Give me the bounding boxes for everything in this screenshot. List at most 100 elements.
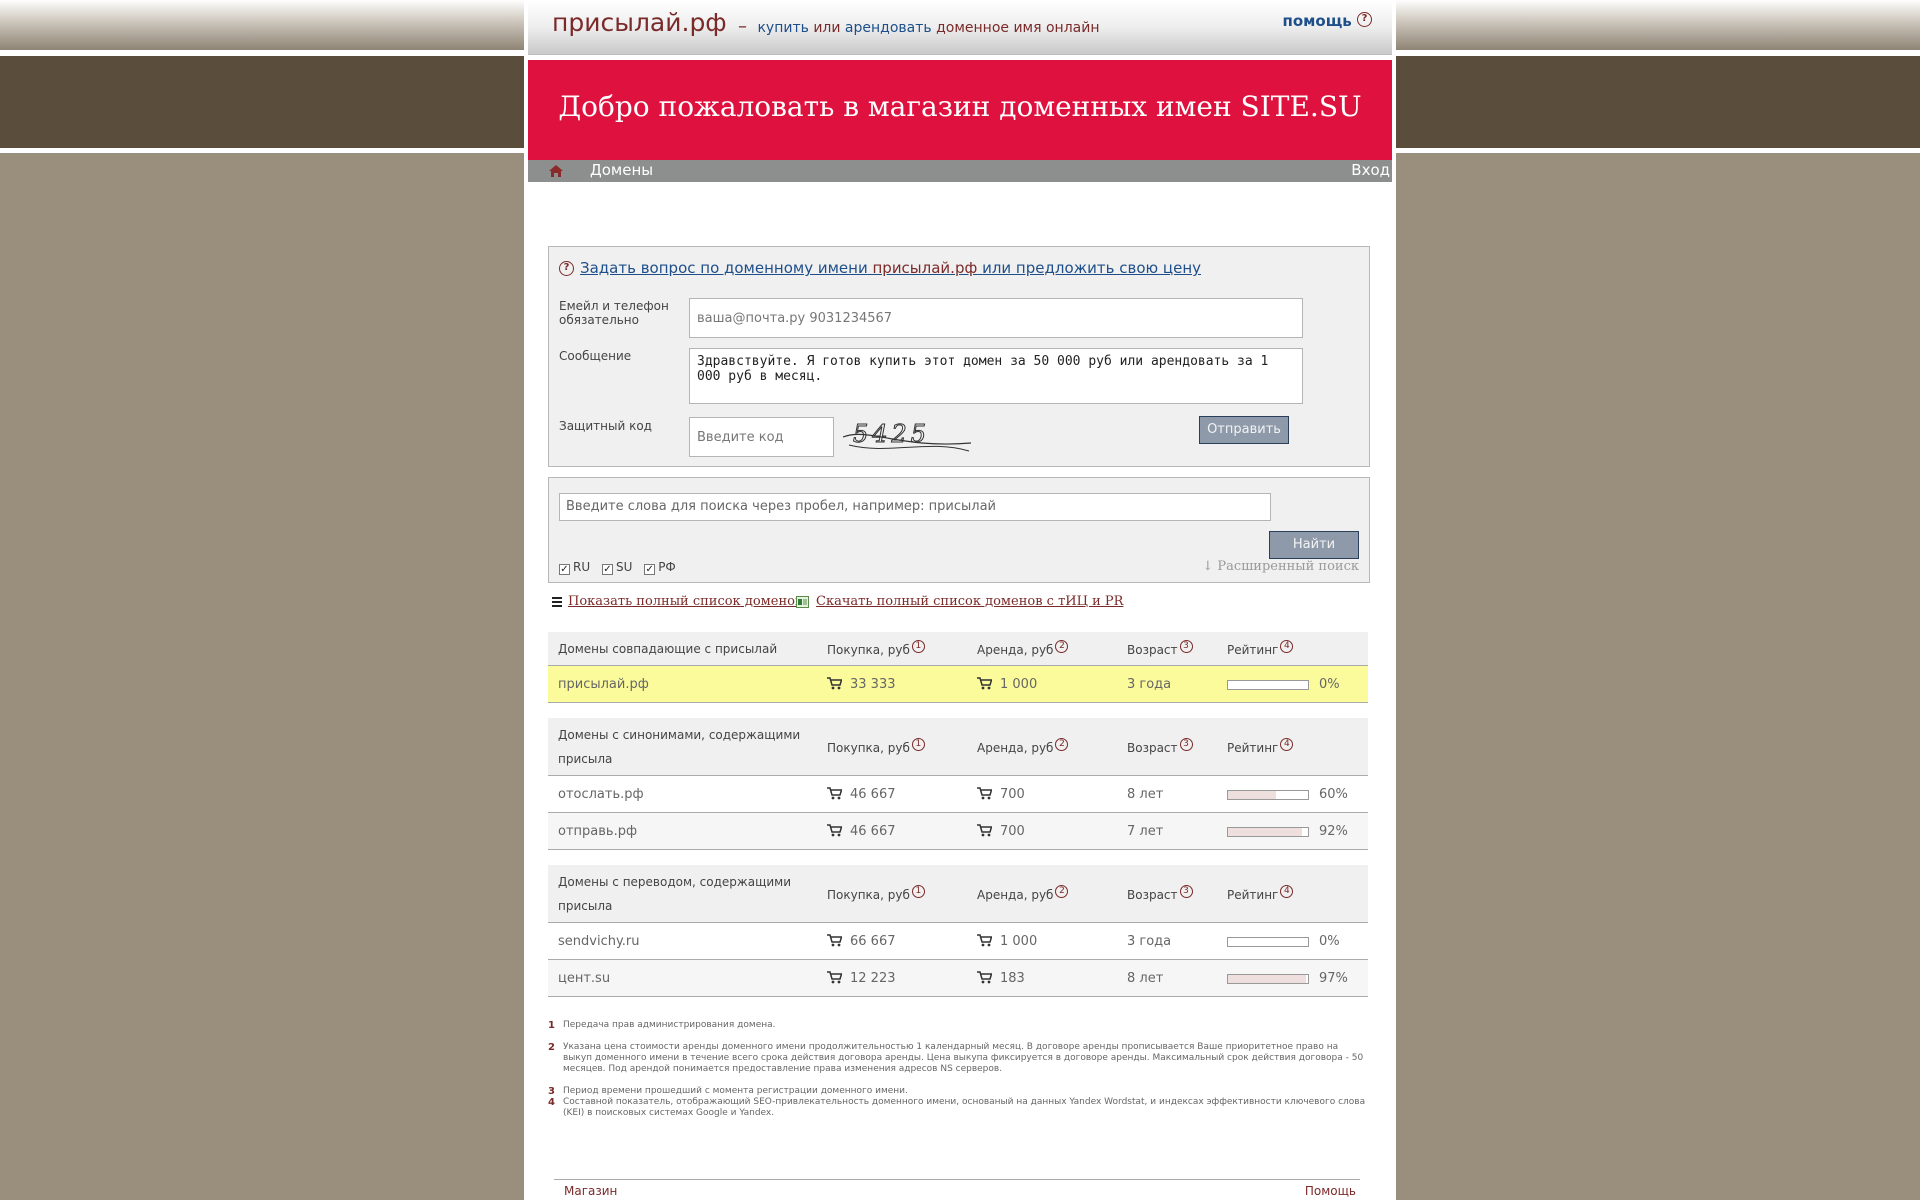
question-icon: ? [559, 261, 574, 276]
cart-icon[interactable] [977, 787, 992, 800]
domain-name[interactable]: присылай.рф [558, 677, 649, 692]
tagline-buy-link[interactable]: купить [757, 20, 808, 36]
code-input[interactable]: Введите код [689, 417, 834, 457]
section-title: Домены совпадающие с присылай [558, 642, 778, 656]
rating-fill [1228, 791, 1276, 799]
rating-bar [1227, 827, 1309, 837]
nav-login[interactable]: Вход [1351, 161, 1390, 179]
question-title-domain: присылай.рф [872, 259, 978, 277]
rent-price[interactable]: 183 [977, 971, 1025, 986]
footer-help-link[interactable]: Помощь [1305, 1184, 1356, 1198]
site-header: присылай.рф – купить или арендовать доме… [528, 0, 1392, 55]
footer-shop-link[interactable]: Магазин [564, 1184, 617, 1198]
cart-icon[interactable] [827, 971, 842, 984]
search-input[interactable]: Введите слова для поиска через пробел, н… [559, 493, 1271, 521]
rating-bar [1227, 974, 1309, 984]
footnote-3-icon[interactable]: 3 [1179, 640, 1193, 653]
checkbox-ru[interactable]: ✓ [559, 564, 570, 575]
col-age: Возраст 3 [1127, 885, 1193, 902]
cart-icon[interactable] [977, 824, 992, 837]
domains-table-exact: Домены совпадающие с присылай Покупка, р… [548, 632, 1368, 703]
rent-price[interactable]: 700 [977, 787, 1025, 802]
table-row[interactable]: sendvichy.ru 66 667 1 000 3 года 0% [548, 923, 1368, 960]
tagline-dash: – [738, 16, 747, 37]
download-list-link[interactable]: Скачать полный список доменов с тИЦ и PR [816, 594, 1123, 609]
zone-rf[interactable]: ✓ РФ [644, 560, 676, 575]
buy-price[interactable]: 33 333 [827, 677, 896, 692]
rating-bar [1227, 790, 1309, 800]
rent-price[interactable]: 1 000 [977, 934, 1037, 949]
help-label: помощь [1282, 12, 1352, 30]
domain-age: 8 лет [1127, 971, 1164, 986]
col-age: Возраст 3 [1127, 640, 1193, 657]
rating-value: 0% [1319, 677, 1340, 692]
footnote-1-icon[interactable]: 1 [911, 885, 925, 898]
buy-price[interactable]: 46 667 [827, 824, 896, 839]
checkbox-su[interactable]: ✓ [601, 564, 613, 575]
footnote-2-icon[interactable]: 2 [1055, 885, 1069, 898]
question-title-pre: Задать вопрос по доменному имени [580, 259, 868, 277]
table-header: Домены с синонимами, содержащими присыла… [548, 718, 1368, 776]
domain-age: 7 лет [1127, 824, 1164, 839]
footnote-1-icon[interactable]: 1 [911, 640, 925, 653]
table-row[interactable]: отправь.рф 46 667 700 7 лет 92% [548, 813, 1368, 850]
footnote-3-icon[interactable]: 3 [1179, 738, 1193, 751]
question-form-title[interactable]: ? Задать вопрос по доменному имени присыл… [559, 259, 1201, 277]
rent-price[interactable]: 1 000 [977, 677, 1037, 692]
find-button[interactable]: Найти [1269, 531, 1359, 559]
footnote-3-icon[interactable]: 3 [1179, 885, 1193, 898]
footnote-4-icon[interactable]: 4 [1280, 885, 1294, 898]
domain-age: 8 лет [1127, 787, 1164, 802]
message-textarea[interactable]: Здравствуйте. Я готов купить этот домен … [689, 348, 1303, 404]
page-container: присылай.рф – купить или арендовать доме… [524, 0, 1396, 1200]
tagline-rent-link[interactable]: арендовать [845, 20, 932, 36]
cart-icon[interactable] [827, 934, 842, 947]
cart-icon[interactable] [977, 971, 992, 984]
rent-price[interactable]: 700 [977, 824, 1025, 839]
section-title-word: присыла [558, 899, 613, 913]
cart-icon[interactable] [827, 787, 842, 800]
zone-ru-label: RU [573, 560, 591, 574]
footnote-2-icon[interactable]: 2 [1055, 640, 1069, 653]
zone-ru[interactable]: ✓ RU [559, 560, 591, 575]
email-field[interactable]: ваша@почта.ру 9031234567 [689, 298, 1303, 338]
buy-price[interactable]: 46 667 [827, 787, 896, 802]
home-icon[interactable] [548, 163, 564, 179]
buy-price[interactable]: 12 223 [827, 971, 896, 986]
rating-fill [1228, 828, 1302, 836]
search-form: Введите слова для поиска через пробел, н… [548, 477, 1370, 583]
table-header: Домены с переводом, содержащими присыла … [548, 865, 1368, 923]
rating-bar [1227, 680, 1309, 690]
domain-name[interactable]: sendvichy.ru [558, 934, 640, 949]
table-row[interactable]: присылай.рф 33 333 1 000 3 года 0% [548, 666, 1368, 703]
footnote-4-icon[interactable]: 4 [1280, 738, 1294, 751]
footnote-4-icon[interactable]: 4 [1280, 640, 1294, 653]
full-list-link[interactable]: Показать полный список доменов [568, 594, 802, 609]
cart-icon[interactable] [977, 677, 992, 690]
footnote-2-icon[interactable]: 2 [1055, 738, 1069, 751]
table-row[interactable]: цент.su 12 223 183 8 лет 97% [548, 960, 1368, 997]
domain-name[interactable]: цент.su [558, 971, 610, 986]
tagline-or: или [813, 20, 841, 36]
col-buy: Покупка, руб 1 [827, 885, 925, 902]
question-form: ? Задать вопрос по доменному имени присыл… [548, 246, 1370, 467]
help-link[interactable]: помощь ? [1282, 12, 1372, 30]
welcome-banner: Добро пожаловать в магазин доменных имен… [528, 60, 1392, 164]
table-row[interactable]: отослать.рф 46 667 700 8 лет 60% [548, 776, 1368, 813]
cart-icon[interactable] [827, 677, 842, 690]
buy-price[interactable]: 66 667 [827, 934, 896, 949]
domains-table-synonyms: Домены с синонимами, содержащими присыла… [548, 718, 1368, 850]
site-tagline: – купить или арендовать доменное имя онл… [738, 16, 1099, 37]
domain-name[interactable]: отослать.рф [558, 787, 644, 802]
site-logo[interactable]: присылай.рф [552, 8, 727, 37]
cart-icon[interactable] [827, 824, 842, 837]
advanced-search-link[interactable]: ↓ Расширенный поиск [1202, 559, 1359, 574]
zone-su[interactable]: ✓ SU [601, 560, 632, 575]
cart-icon[interactable] [977, 934, 992, 947]
col-rent: Аренда, руб 2 [977, 738, 1069, 755]
nav-domains[interactable]: Домены [590, 161, 653, 179]
checkbox-rf[interactable]: ✓ [644, 564, 656, 575]
footnote-1-icon[interactable]: 1 [911, 738, 925, 751]
domain-name[interactable]: отправь.рф [558, 824, 637, 839]
send-button[interactable]: Отправить [1199, 416, 1289, 444]
